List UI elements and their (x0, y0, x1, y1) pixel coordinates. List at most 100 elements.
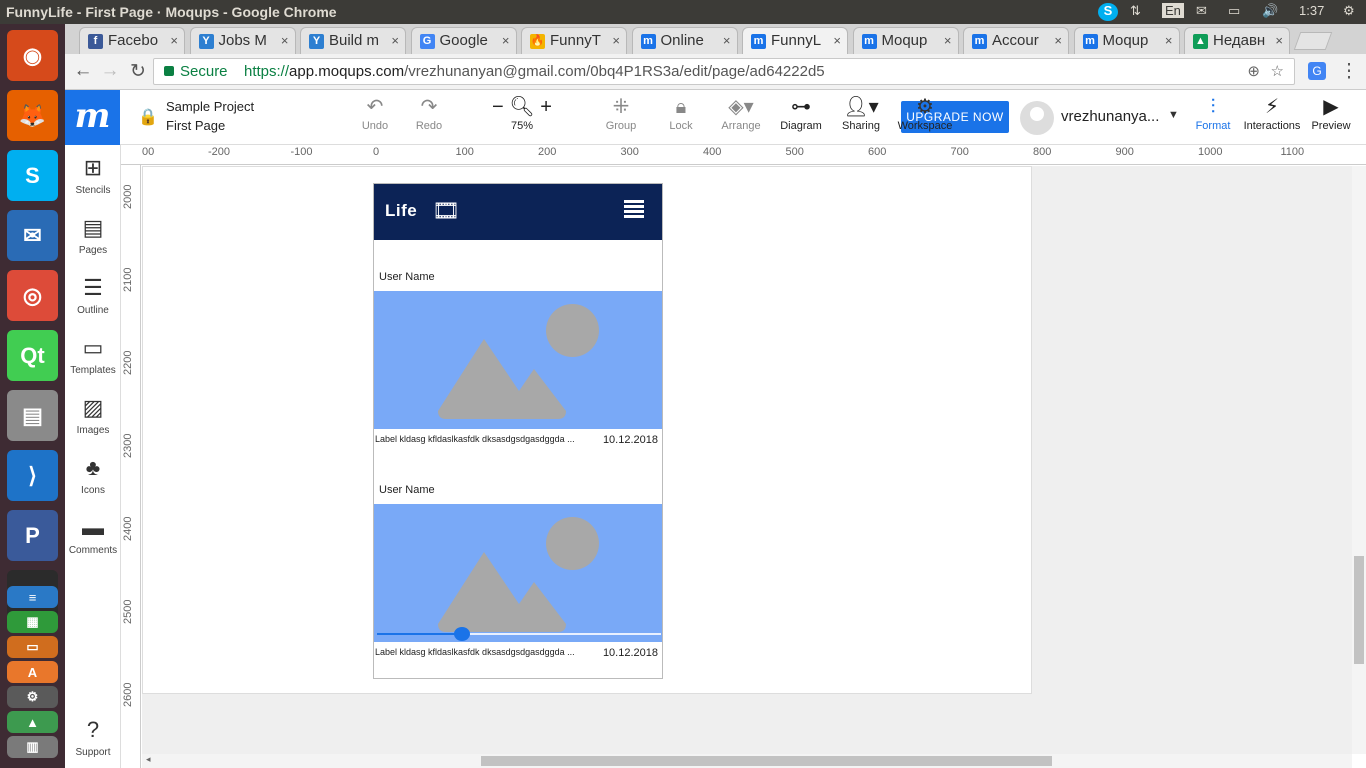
vertical-scroll-thumb[interactable] (1354, 556, 1364, 664)
browser-tab[interactable]: f Facebo × (79, 27, 185, 54)
google-translate-icon[interactable]: G (1308, 62, 1326, 80)
panel-templates[interactable]: ▭ Templates (65, 331, 121, 376)
tab-close-icon[interactable]: × (502, 28, 510, 54)
panel-comments[interactable]: ▬ Comments (65, 511, 121, 556)
browser-tab[interactable]: m FunnyL × (742, 27, 848, 55)
browser-tab[interactable]: Y Build m × (300, 27, 406, 54)
panel-outline[interactable]: ☰ Outline (65, 271, 121, 316)
user-menu-chevron-down-icon[interactable]: ▼ (1168, 109, 1179, 121)
mockup-header[interactable]: Life 🎞︎ (374, 184, 662, 240)
diagram-button[interactable]: ⊶ Diagram (771, 94, 831, 132)
lock-button[interactable]: 🔒︎ Lock (651, 94, 711, 132)
arrange-button[interactable]: ◈▾ Arrange (711, 94, 771, 132)
firefox-icon[interactable]: 🦊 (7, 90, 58, 141)
moqups-logo[interactable]: m (65, 90, 120, 145)
preview-button[interactable]: ▶ Preview (1301, 94, 1361, 132)
zoom-level[interactable]: 75% (511, 120, 533, 132)
progress-slider[interactable] (377, 627, 661, 641)
power-icon[interactable]: ⚙ (1343, 3, 1355, 19)
project-lock-icon[interactable]: 🔒 (138, 107, 158, 127)
scroll-left-icon[interactable]: ◂ (146, 754, 151, 765)
software-center-icon[interactable]: A (7, 661, 58, 683)
panel-icons[interactable]: ♣ Icons (65, 451, 121, 496)
thunderbird-icon[interactable]: ✉ (7, 210, 58, 261)
panel-stencils[interactable]: ⊞ Stencils (65, 151, 121, 196)
redo-button[interactable]: ↷ Redo (399, 94, 459, 132)
libreoffice-writer-icon[interactable]: ≡ (7, 586, 58, 608)
group-button[interactable]: ⁜ Group (591, 94, 651, 132)
mail-icon[interactable]: ✉ (1196, 3, 1207, 19)
file-manager-icon[interactable]: ▤ (7, 390, 58, 441)
page-area[interactable]: Life 🎞︎ User Name Label kldasg kfldaslkas… (142, 166, 1032, 694)
skype-preview-icon[interactable]: S (7, 150, 58, 201)
interactions-button[interactable]: ⚡︎ Interactions (1242, 94, 1302, 132)
panel-support[interactable]: ? Support (65, 713, 121, 758)
forward-icon[interactable]: → (98, 60, 122, 82)
post-user-name[interactable]: User Name (379, 271, 435, 283)
ubuntu-dash-icon[interactable]: ◉ (7, 30, 58, 81)
browser-tab[interactable]: m Online × (631, 27, 738, 54)
address-bar[interactable]: Secure https://app.moqups.com/vrezhunany… (153, 58, 1295, 85)
post-user-name[interactable]: User Name (379, 484, 435, 496)
libreoffice-calc-icon[interactable]: ▦ (7, 611, 58, 633)
undo-button[interactable]: ↶ Undo (345, 94, 405, 132)
tab-close-icon[interactable]: × (1275, 28, 1283, 54)
zoom-out-button[interactable]: − (492, 96, 504, 118)
qt-creator-icon[interactable]: Qt (7, 330, 58, 381)
post-image-placeholder[interactable] (374, 504, 662, 642)
panel-pages[interactable]: ▤ Pages (65, 211, 121, 256)
keyboard-layout[interactable]: En (1162, 3, 1184, 18)
libreoffice-impress-icon[interactable]: ▭ (7, 636, 58, 658)
panel-images[interactable]: ▨ Images (65, 391, 121, 436)
tab-close-icon[interactable]: × (833, 28, 841, 54)
tab-close-icon[interactable]: × (612, 28, 620, 54)
vertical-scrollbar[interactable] (1352, 166, 1366, 754)
trash-icon[interactable]: ▥ (7, 736, 58, 758)
avatar[interactable] (1020, 101, 1054, 135)
tab-close-icon[interactable]: × (170, 28, 178, 54)
workspace-button[interactable]: ⚙ Workspace (895, 94, 955, 132)
network-icon[interactable]: ⇅ (1130, 3, 1141, 19)
browser-tab[interactable]: m Accour × (963, 27, 1069, 54)
tab-close-icon[interactable]: × (723, 28, 731, 54)
android-studio-icon[interactable]: ▲ (7, 711, 58, 733)
canvas[interactable]: Life 🎞︎ User Name Label kldasg kfldaslkas… (142, 166, 1352, 754)
volume-icon[interactable]: 🔊 (1262, 3, 1278, 19)
skype-tray-icon[interactable]: S (1098, 3, 1118, 21)
chrome-menu-icon[interactable]: ⋮ (1337, 60, 1361, 83)
browser-tab[interactable]: Y Jobs M × (189, 27, 296, 54)
horizontal-scroll-thumb[interactable] (481, 756, 1052, 766)
page-name[interactable]: First Page (166, 118, 225, 133)
post-label[interactable]: Label kldasg kfldaslkasfdk dksasdgsdgasd… (375, 647, 575, 657)
project-name[interactable]: Sample Project (166, 99, 254, 114)
new-tab-button[interactable] (1293, 32, 1333, 50)
hamburger-menu-icon[interactable] (624, 200, 644, 218)
battery-icon[interactable]: ▭ (1228, 3, 1240, 19)
zoom-page-icon[interactable]: ⊕ (1247, 59, 1260, 84)
sharing-button[interactable]: 👤︎▾ Sharing (831, 94, 891, 132)
phpstorm-icon[interactable]: P (7, 510, 58, 561)
settings-icon[interactable]: ⚙ (7, 686, 58, 708)
tab-close-icon[interactable]: × (391, 28, 399, 54)
user-name[interactable]: vrezhunanya... (1061, 108, 1159, 125)
zoom-in-button[interactable]: + (540, 96, 552, 118)
tab-close-icon[interactable]: × (1054, 28, 1062, 54)
browser-tab[interactable]: m Moqup × (1073, 27, 1180, 54)
tab-close-icon[interactable]: × (281, 28, 289, 54)
mobile-mockup[interactable]: Life 🎞︎ User Name Label kldasg kfldaslkas… (373, 183, 663, 679)
reload-icon[interactable]: ↻ (126, 60, 150, 83)
vscode-icon[interactable]: ⟩ (7, 450, 58, 501)
browser-tab[interactable]: m Moqup × (852, 27, 959, 54)
horizontal-scrollbar[interactable]: ◂ (142, 754, 1352, 768)
tab-close-icon[interactable]: × (1165, 28, 1173, 54)
browser-tab[interactable]: ▲ Недавн × (1184, 27, 1290, 54)
clock[interactable]: 1:37 (1299, 3, 1324, 18)
browser-tab[interactable]: 🔥 FunnyT × (521, 27, 627, 54)
post-label[interactable]: Label kldasg kfldaslkasfdk dksasdgsdgasd… (375, 434, 575, 444)
browser-tab[interactable]: G Google × (410, 27, 517, 54)
tab-close-icon[interactable]: × (944, 28, 952, 54)
post-image-placeholder[interactable] (374, 291, 662, 429)
format-button[interactable]: ⫶ Format (1183, 94, 1243, 132)
back-icon[interactable]: ← (71, 60, 95, 82)
bookmark-star-icon[interactable]: ☆ (1271, 59, 1284, 84)
